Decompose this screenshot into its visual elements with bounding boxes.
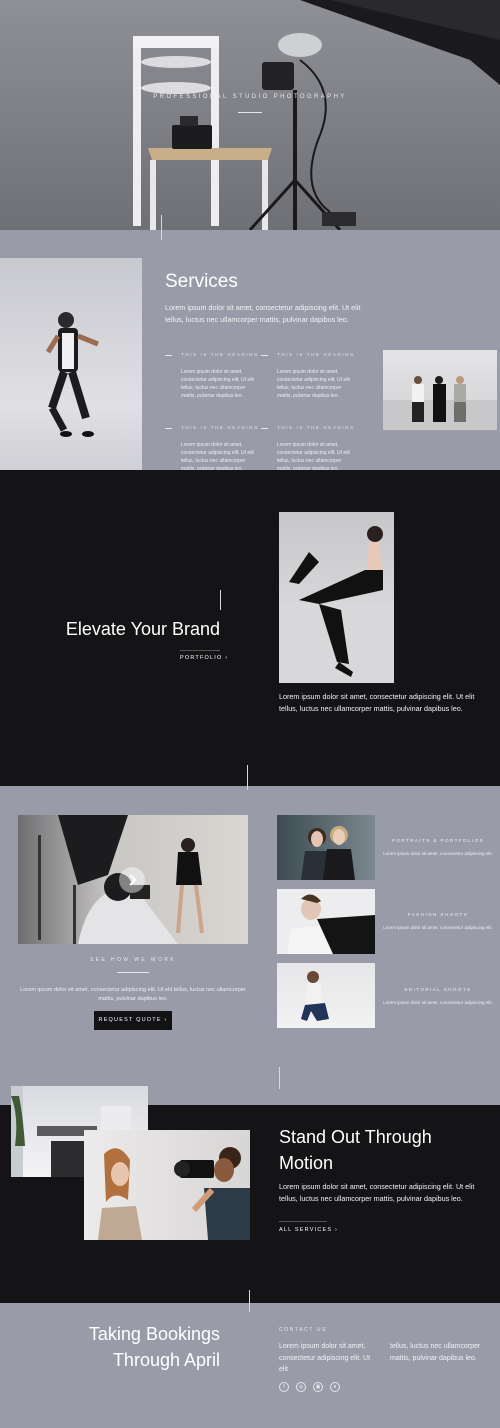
service-dash-2: [261, 355, 268, 356]
all-services-link[interactable]: ALL SERVICES ›: [279, 1227, 338, 1233]
service-text-1: Lorem ipsum dolor sit amet, consectetur …: [181, 369, 254, 399]
group-image: [383, 350, 497, 430]
motion-text: Lorem ipsum dolor sit amet, consectetur …: [279, 1182, 475, 1203]
card-text-3: Lorem ipsum dolor sit amet, consectetur …: [383, 1000, 493, 1005]
card-text-2: Lorem ipsum dolor sit amet, consectetur …: [383, 925, 493, 930]
brand-title: Elevate Your Brand: [65, 619, 220, 639]
work-kicker: SEE HOW WE WORK: [90, 957, 176, 963]
card-title-3: EDITORIAL SHOOTS: [404, 987, 472, 992]
portfolio-link[interactable]: PORTFOLIO ›: [180, 655, 228, 661]
editorial-image: [277, 963, 375, 1028]
brand-text: Lorem ipsum dolor sit amet, consectetur …: [279, 692, 475, 713]
footer-title-line1: Taking Bookings: [88, 1324, 220, 1344]
footer-col2: tellus, luctus nec ullamcorper mattis, p…: [390, 1343, 481, 1362]
service-dash-1: [165, 355, 172, 356]
footer-col1: Lorem ipsum dolor sit amet, consectetur …: [279, 1343, 371, 1373]
service-dash-4: [261, 428, 268, 429]
request-quote-label: REQUEST QUOTE: [98, 1017, 162, 1023]
service-text-3: Lorem ipsum dolor sit amet, consectetur …: [181, 442, 254, 472]
service-text-4: Lorem ipsum dolor sit amet, consectetur …: [277, 442, 350, 472]
card-text-1: Lorem ipsum dolor sit amet, consectetur …: [383, 851, 493, 856]
portfolio-divider: [180, 650, 220, 651]
videographer-image: [84, 1130, 250, 1240]
motion-title: Stand Out Through Motion: [279, 1124, 432, 1176]
service-heading-3: THIS IS THE HEADING: [181, 425, 260, 430]
work-text: Lorem ipsum dolor sit amet, consectetur …: [20, 987, 246, 1002]
footer-title: Taking Bookings Through April: [40, 1321, 220, 1373]
motion-bottom-vline: [249, 1290, 250, 1312]
chevron-right-icon: ›: [334, 1227, 339, 1233]
model-image: [279, 512, 394, 683]
contact-label: CONTACT US: [279, 1327, 328, 1333]
services-title: Services: [165, 271, 238, 292]
fashion-image: [277, 889, 375, 954]
request-quote-button[interactable]: REQUEST QUOTE ›: [94, 1011, 172, 1030]
card-title-1: PORTRAITS & PORTFOLIOS: [391, 838, 485, 843]
motion-title-line2: Motion: [279, 1153, 334, 1173]
behance-icon[interactable]: ʙ: [330, 1382, 340, 1392]
service-heading-2: THIS IS THE HEADING: [277, 352, 356, 357]
work-divider: [117, 972, 149, 973]
hero-vline: [161, 215, 162, 240]
motion-title-line1: Stand Out Through: [279, 1127, 432, 1147]
work-bottom-vline: [279, 1067, 280, 1089]
portfolio-link-label: PORTFOLIO: [180, 655, 223, 661]
dancer-image: [0, 258, 142, 470]
service-dash-3: [165, 428, 172, 429]
services-intro: Lorem ipsum dolor sit amet, consectetur …: [165, 303, 361, 324]
chevron-right-icon: ›: [225, 655, 229, 661]
hero-image: [0, 0, 500, 230]
youtube-icon[interactable]: ▣: [313, 1382, 323, 1392]
facebook-icon[interactable]: f: [279, 1382, 289, 1392]
brand-bottom-vline: [247, 765, 248, 790]
footer-title-line2: Through April: [112, 1350, 220, 1370]
hero-kicker: PROFESSIONAL STUDIO PHOTOGRAPHY: [153, 94, 347, 100]
service-heading-1: THIS IS THE HEADING: [181, 352, 260, 357]
instagram-icon[interactable]: ◎: [296, 1382, 306, 1392]
play-button[interactable]: [119, 867, 145, 893]
service-text-2: Lorem ipsum dolor sit amet, consectetur …: [277, 369, 350, 399]
chevron-right-icon: [129, 874, 137, 886]
portraits-image: [277, 815, 375, 880]
brand-vline: [220, 590, 221, 610]
service-heading-4: THIS IS THE HEADING: [277, 425, 356, 430]
card-title-2: FASHION SHOOTS: [407, 912, 469, 917]
all-services-label: ALL SERVICES: [279, 1227, 333, 1233]
motion-divider: [279, 1221, 327, 1222]
hero-divider: [238, 112, 262, 113]
chevron-right-icon: ›: [164, 1017, 168, 1023]
